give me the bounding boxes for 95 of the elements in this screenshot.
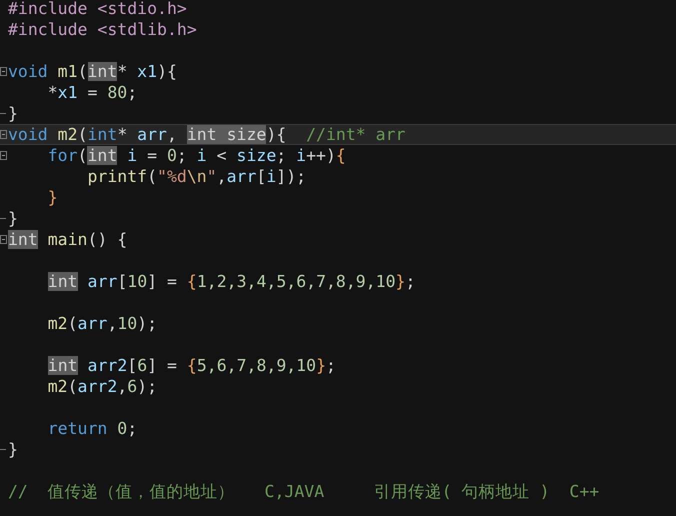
variable-name: size — [236, 146, 276, 165]
punctuation: ; — [176, 146, 187, 165]
escape-sequence: \n — [186, 167, 207, 186]
variable-name: i — [266, 167, 276, 186]
variable-name: arr2 — [86, 356, 128, 375]
keyword: void — [8, 62, 48, 81]
highlighted-keyword: int — [88, 62, 118, 81]
punctuation: ( — [78, 125, 88, 144]
punctuation: ( — [68, 314, 78, 333]
punctuation: * — [46, 83, 58, 102]
punctuation: ); — [137, 314, 158, 333]
brace: } — [46, 188, 58, 207]
string-literal: "%d — [157, 167, 187, 186]
function-name: main — [46, 230, 88, 249]
punctuation: ; — [276, 146, 286, 165]
punctuation: } — [8, 209, 18, 228]
fold-icon[interactable] — [0, 130, 7, 139]
preprocessor-directive: #include — [8, 20, 88, 39]
punctuation: [ — [127, 356, 138, 375]
brace: { — [186, 272, 197, 291]
punctuation: ; — [127, 83, 138, 102]
keyword: void — [8, 125, 48, 144]
highlighted-keyword: int size — [186, 125, 266, 144]
punctuation: = — [86, 83, 98, 102]
highlighted-keyword: int — [8, 230, 38, 249]
function-name: printf — [86, 167, 148, 186]
punctuation: ; — [127, 419, 138, 438]
punctuation: < — [216, 146, 228, 165]
punctuation: ( — [147, 167, 158, 186]
function-name: m2 — [56, 125, 78, 144]
punctuation: () { — [87, 230, 128, 249]
punctuation: ){ — [266, 125, 286, 144]
number-literal: 80 — [107, 83, 128, 102]
fold-icon[interactable] — [0, 67, 7, 76]
punctuation: , — [216, 167, 227, 186]
punctuation: ; — [405, 272, 416, 291]
function-name: m1 — [56, 62, 78, 81]
preprocessor-directive: #include — [8, 0, 88, 18]
punctuation: ] = — [147, 272, 178, 291]
number-literal: 0 — [116, 419, 128, 438]
brace: } — [396, 272, 406, 291]
number-literal: 6 — [137, 356, 148, 375]
preprocessor-directive: <stdlib.h> — [96, 20, 197, 39]
highlighted-keyword: int — [48, 272, 78, 291]
variable-name: arr — [78, 314, 108, 333]
number-literal: 5,6,7,8,9,10 — [196, 356, 316, 375]
brace: } — [316, 356, 326, 375]
keyword: for — [46, 146, 78, 165]
punctuation: ++) — [306, 146, 336, 165]
variable-name: i — [295, 146, 306, 165]
punctuation: ( — [78, 146, 88, 165]
function-name: m2 — [46, 377, 68, 396]
punctuation: [ — [256, 167, 266, 186]
punctuation: ]); — [276, 167, 306, 186]
brace: { — [336, 146, 346, 165]
preprocessor-directive: <stdio.h> — [96, 0, 187, 18]
variable-name: x1 — [58, 83, 78, 102]
variable-name: arr — [136, 125, 167, 144]
punctuation: ( — [78, 62, 88, 81]
function-name: m2 — [46, 314, 68, 333]
highlighted-keyword: int — [87, 146, 118, 165]
code-comment: //int* arr — [305, 125, 406, 144]
punctuation: * — [117, 62, 128, 81]
number-literal: 10 — [117, 314, 138, 333]
punctuation: ] = — [147, 356, 178, 375]
number-literal: 1,2,3,4,5,6,7,8,9,10 — [196, 272, 396, 291]
keyword: return — [46, 419, 108, 438]
keyword: int — [88, 125, 118, 144]
punctuation: } — [8, 104, 18, 123]
punctuation: } — [8, 440, 18, 459]
punctuation: * — [117, 125, 128, 144]
punctuation: ; — [326, 356, 336, 375]
brace: { — [186, 356, 197, 375]
punctuation: , — [117, 377, 128, 396]
fold-icon[interactable] — [0, 151, 7, 160]
variable-name: i — [126, 146, 138, 165]
variable-name: arr — [86, 272, 118, 291]
highlighted-keyword: int — [48, 356, 78, 375]
variable-name: x1 — [136, 62, 158, 81]
variable-name: arr — [226, 167, 256, 186]
variable-name: arr2 — [78, 377, 118, 396]
string-literal: " — [206, 167, 217, 186]
punctuation: , — [107, 314, 118, 333]
fold-icon[interactable] — [0, 235, 7, 244]
punctuation: ){ — [157, 62, 177, 81]
punctuation: [ — [117, 272, 128, 291]
punctuation: ); — [137, 377, 158, 396]
number-literal: 6 — [127, 377, 138, 396]
variable-name: i — [196, 146, 207, 165]
number-literal: 10 — [127, 272, 148, 291]
number-literal: 0 — [166, 146, 177, 165]
punctuation: = — [146, 146, 158, 165]
punctuation: ( — [68, 377, 78, 396]
punctuation: , — [167, 125, 178, 144]
code-comment: // 值传递（值，值的地址） C,JAVA 引用传递( 句柄地址 ) C++ — [8, 482, 600, 501]
